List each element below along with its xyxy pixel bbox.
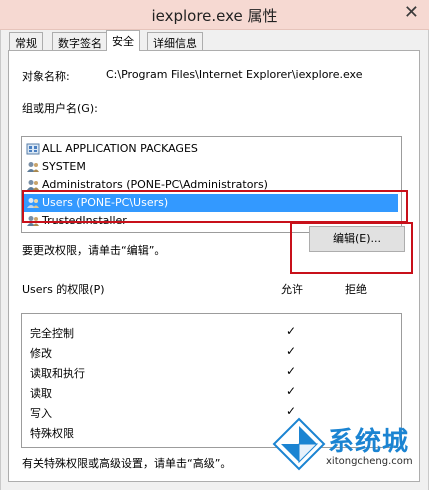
title-bar: iexplore.exe 属性 ✕ (0, 0, 429, 30)
tab-security[interactable]: 安全 (106, 30, 140, 51)
permissions-label: Users 的权限(P) (22, 283, 105, 296)
allow-header: 允许 (281, 283, 303, 296)
watermark-text: 系统城 (328, 427, 410, 457)
permission-row: 读取 (30, 387, 52, 400)
groups-label: 组或用户名(G): (22, 102, 98, 115)
list-item-label: SYSTEM (42, 160, 86, 173)
tab-digital-signatures[interactable]: 数字签名 (52, 32, 108, 50)
highlight-box-users (22, 190, 408, 223)
logo-icon (272, 417, 326, 471)
permission-row: 修改 (30, 347, 52, 360)
permission-row: 读取和执行 (30, 367, 85, 380)
change-permissions-hint: 要更改权限，请单击“编辑”。 (22, 244, 166, 257)
permission-row: 写入 (30, 407, 52, 420)
object-name-label: 对象名称: (22, 70, 70, 83)
close-icon[interactable]: ✕ (404, 3, 419, 23)
advanced-hint: 有关特殊权限或高级设置，请单击“高级”。 (22, 457, 232, 470)
watermark-url: xitongcheng.com (326, 456, 413, 467)
allow-check-icon: ✓ (286, 384, 297, 398)
allow-check-icon: ✓ (286, 344, 297, 358)
users-icon (27, 162, 39, 172)
list-item-label: ALL APPLICATION PACKAGES (42, 142, 198, 155)
list-item[interactable]: SYSTEM (24, 158, 398, 176)
tab-general[interactable]: 常规 (9, 32, 43, 50)
watermark: 系统城 xitongcheng.com (268, 413, 428, 487)
list-item[interactable]: ALL APPLICATION PACKAGES (24, 140, 398, 158)
allow-check-icon: ✓ (286, 324, 297, 338)
deny-header: 拒绝 (345, 283, 367, 296)
permission-row: 完全控制 (30, 327, 74, 340)
tab-details[interactable]: 详细信息 (147, 32, 203, 50)
permission-row: 特殊权限 (30, 427, 74, 440)
object-name-value: C:\Program Files\Internet Explorer\iexpl… (106, 68, 363, 81)
edit-button[interactable]: 编辑(E)... (309, 226, 405, 252)
window-title: iexplore.exe 属性 (151, 7, 278, 25)
allow-check-icon: ✓ (286, 364, 297, 378)
packages-icon (26, 143, 40, 155)
